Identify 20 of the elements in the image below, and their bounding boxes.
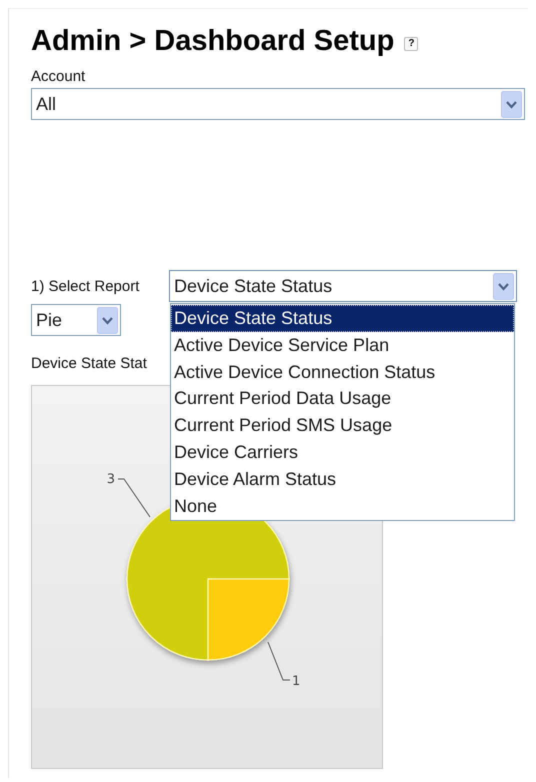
- page-title: Admin > Dashboard Setup: [31, 24, 394, 59]
- chart-title: Device State Stat: [31, 355, 147, 372]
- dropdown-option[interactable]: Device State Status: [171, 305, 514, 332]
- account-label: Account: [31, 68, 86, 85]
- dropdown-option[interactable]: Current Period SMS Usage: [171, 412, 514, 439]
- dropdown-option[interactable]: Current Period Data Usage: [171, 385, 514, 412]
- dropdown-option[interactable]: Device Alarm Status: [171, 466, 514, 493]
- dropdown-option[interactable]: None: [171, 492, 514, 520]
- dropdown-option[interactable]: Active Device Service Plan: [171, 332, 514, 359]
- leader-line: [118, 478, 150, 518]
- report-label: 1) Select Report: [31, 278, 140, 294]
- help-button[interactable]: ?: [404, 37, 418, 51]
- dropdown-option[interactable]: Device Carriers: [171, 438, 514, 466]
- dropdown-option[interactable]: Active Device Connection Status: [171, 358, 514, 386]
- account-select[interactable]: All: [31, 88, 525, 120]
- leader-line: [268, 642, 290, 680]
- data-label: 1: [292, 674, 300, 689]
- chart-type-select[interactable]: Pie: [31, 304, 121, 336]
- data-label: 3: [106, 472, 115, 487]
- report-select[interactable]: Device State Status: [169, 270, 517, 302]
